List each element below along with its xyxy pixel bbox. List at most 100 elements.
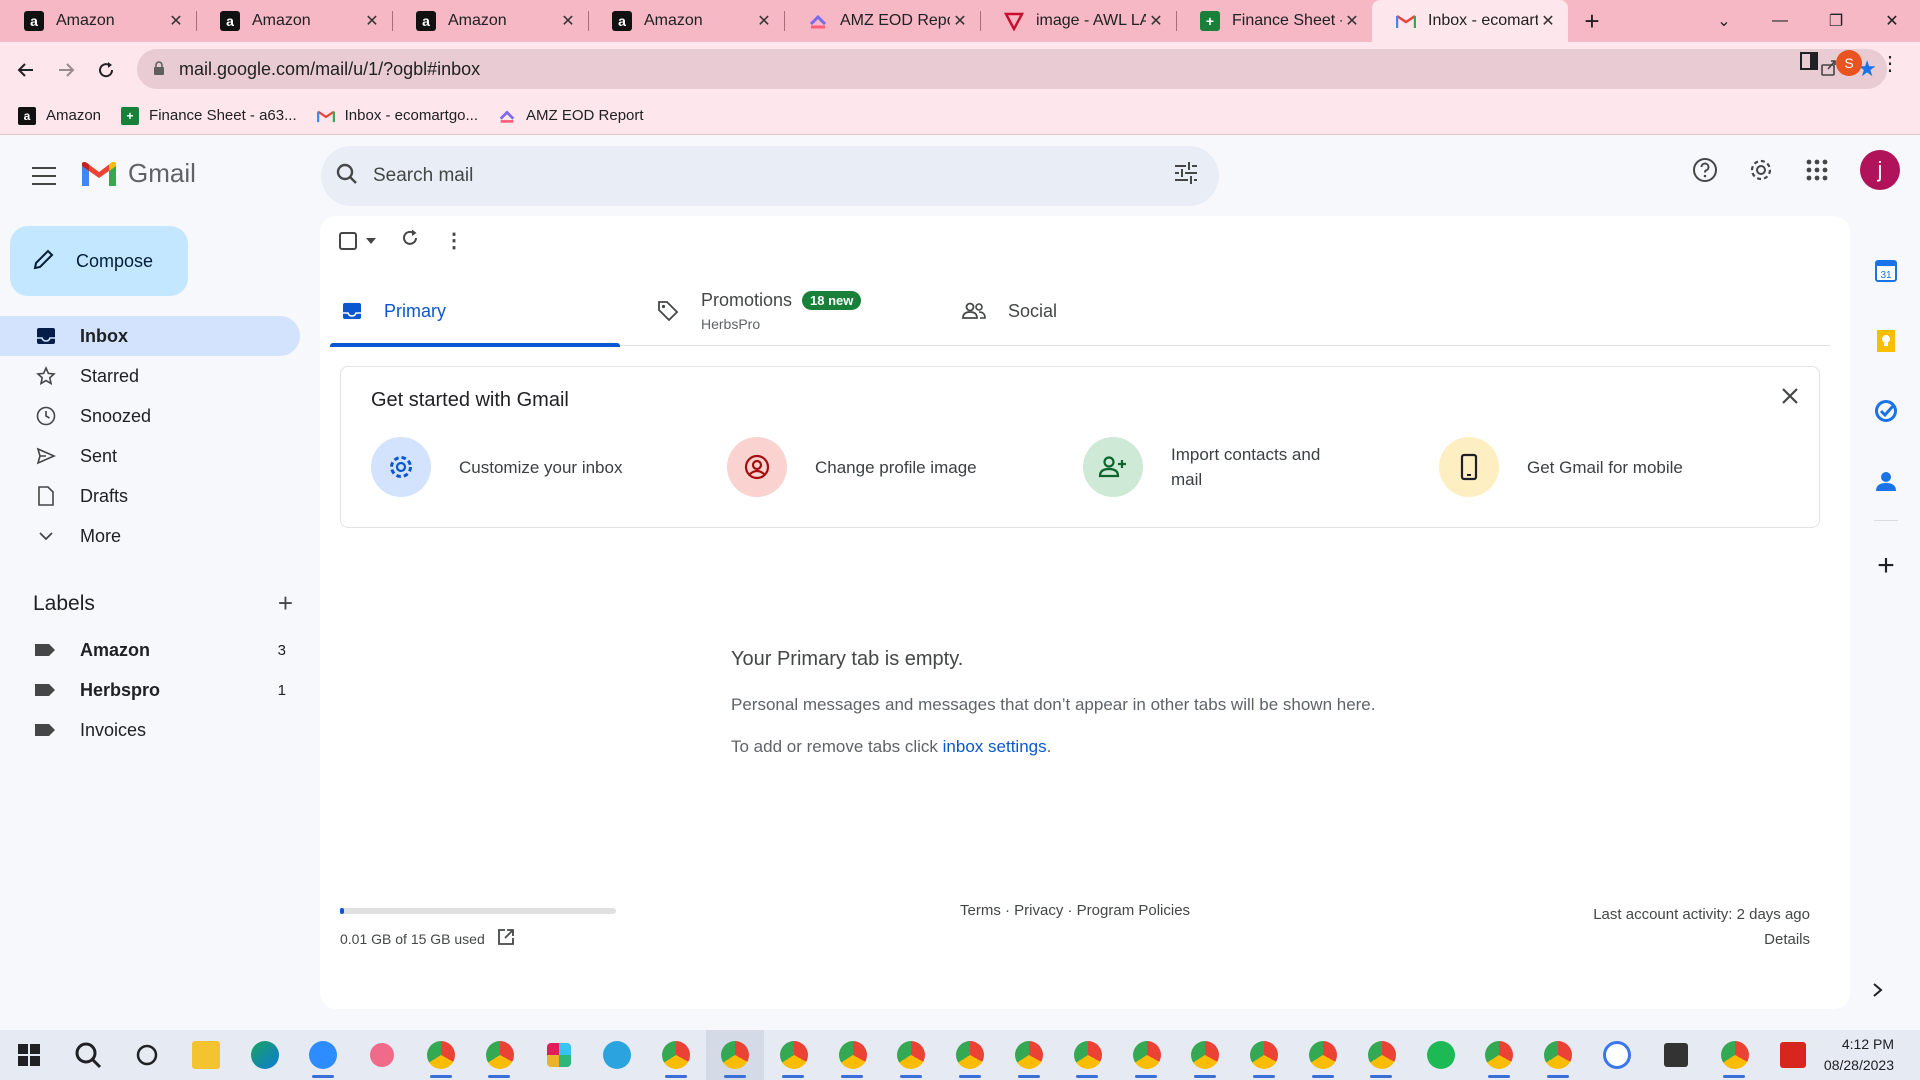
get-started-customize-inbox[interactable]: Customize your inbox — [371, 437, 727, 497]
maximize-icon[interactable]: ❐ — [1808, 11, 1864, 31]
chevron-right-icon[interactable] — [1872, 982, 1884, 1003]
windows-start-icon[interactable] — [0, 1030, 59, 1080]
account-avatar[interactable]: j — [1860, 150, 1900, 190]
close-tab-icon[interactable]: ✕ — [950, 11, 970, 31]
sidebar-item-sent[interactable]: Sent — [0, 436, 300, 476]
telegram-icon[interactable] — [588, 1030, 647, 1080]
close-window-icon[interactable]: ✕ — [1864, 11, 1920, 31]
more-options-icon[interactable]: ⋮ — [444, 228, 464, 253]
file-explorer-icon[interactable] — [176, 1030, 235, 1080]
sidebar-item-inbox[interactable]: Inbox — [0, 316, 300, 356]
contacts-icon[interactable] — [1864, 446, 1908, 516]
minimize-icon[interactable]: — — [1752, 12, 1808, 30]
search-bar[interactable] — [321, 146, 1219, 206]
browser-tab[interactable]: + Finance Sheet - a ✕ — [1176, 0, 1372, 42]
lock-icon[interactable] — [153, 59, 165, 80]
chrome-icon[interactable] — [1470, 1030, 1529, 1080]
search-icon[interactable] — [59, 1030, 118, 1080]
close-tab-icon[interactable]: ✕ — [1538, 11, 1558, 31]
compose-button[interactable]: Compose — [10, 226, 188, 296]
snipping-tool-icon[interactable] — [353, 1030, 412, 1080]
chrome-icon[interactable] — [1235, 1030, 1294, 1080]
gmail-logo[interactable]: Gmail — [80, 158, 196, 189]
footer-links[interactable]: Terms · Privacy · Program Policies — [960, 902, 1190, 919]
chrome-icon[interactable] — [882, 1030, 941, 1080]
chrome-icon[interactable] — [1000, 1030, 1059, 1080]
calendar-icon[interactable]: 31 — [1864, 236, 1908, 306]
browser-tab[interactable]: AMZ EOD Report ✕ — [784, 0, 980, 42]
chrome-icon[interactable] — [470, 1030, 529, 1080]
label-item-herbspro[interactable]: Herbspro 1 — [0, 670, 300, 710]
get-started-import-contacts[interactable]: Import contacts and mail — [1083, 437, 1439, 497]
chrome-icon[interactable] — [412, 1030, 471, 1080]
activity-details-link[interactable]: Details — [1593, 927, 1810, 952]
new-tab-button[interactable]: + — [1568, 6, 1616, 37]
task-view-icon[interactable] — [118, 1030, 177, 1080]
search-icon[interactable] — [335, 162, 359, 191]
forward-icon[interactable] — [46, 50, 86, 90]
chrome-icon[interactable] — [764, 1030, 823, 1080]
acrobat-icon[interactable] — [1764, 1030, 1823, 1080]
get-started-change-profile[interactable]: Change profile image — [727, 437, 1083, 497]
close-tab-icon[interactable]: ✕ — [166, 11, 186, 31]
select-dropdown-icon[interactable] — [366, 237, 376, 244]
chrome-icon[interactable] — [823, 1030, 882, 1080]
chrome-icon[interactable] — [1294, 1030, 1353, 1080]
chrome-icon[interactable] — [941, 1030, 1000, 1080]
main-menu-icon[interactable] — [24, 156, 64, 196]
back-icon[interactable] — [6, 50, 46, 90]
browser-tab[interactable]: a Amazon ✕ — [588, 0, 784, 42]
close-icon[interactable] — [1781, 387, 1799, 410]
sidebar-item-drafts[interactable]: Drafts — [0, 476, 300, 516]
bookmark-item[interactable]: a Amazon — [18, 106, 101, 125]
label-item-invoices[interactable]: Invoices — [0, 710, 300, 750]
apps-grid-icon[interactable] — [1798, 151, 1836, 189]
chrome-icon[interactable] — [1058, 1030, 1117, 1080]
sidebar-item-snoozed[interactable]: Snoozed — [0, 396, 300, 436]
search-input[interactable] — [373, 165, 1073, 187]
zoom-icon[interactable] — [294, 1030, 353, 1080]
help-icon[interactable] — [1686, 151, 1724, 189]
chrome-icon[interactable] — [1529, 1030, 1588, 1080]
bookmark-item[interactable]: + Finance Sheet - a63... — [121, 106, 297, 125]
tab-search-icon[interactable]: ⌄ — [1696, 11, 1752, 31]
signal-icon[interactable] — [1588, 1030, 1647, 1080]
get-addons-icon[interactable]: + — [1864, 531, 1908, 601]
chrome-icon[interactable] — [1352, 1030, 1411, 1080]
keep-icon[interactable] — [1864, 306, 1908, 376]
side-panel-icon[interactable] — [1800, 51, 1818, 75]
sidebar-item-starred[interactable]: Starred — [0, 356, 300, 396]
tab-social[interactable]: Social — [950, 276, 1240, 346]
tab-promotions[interactable]: Promotions 18 new HerbsPro — [645, 276, 935, 346]
sticky-notes-icon[interactable] — [1646, 1030, 1705, 1080]
slack-icon[interactable] — [529, 1030, 588, 1080]
browser-tab[interactable]: a Amazon ✕ — [0, 0, 196, 42]
profile-avatar[interactable]: S — [1836, 50, 1862, 76]
open-external-icon[interactable] — [497, 928, 515, 949]
add-label-icon[interactable]: + — [278, 588, 293, 619]
close-tab-icon[interactable]: ✕ — [1342, 11, 1362, 31]
bookmark-item[interactable]: AMZ EOD Report — [498, 107, 644, 125]
select-all-checkbox[interactable] — [338, 231, 376, 251]
refresh-icon[interactable] — [400, 228, 420, 253]
browser-tab[interactable]: a Amazon ✕ — [392, 0, 588, 42]
tasks-icon[interactable] — [1864, 376, 1908, 446]
close-tab-icon[interactable]: ✕ — [362, 11, 382, 31]
browser-tab[interactable]: a Amazon ✕ — [196, 0, 392, 42]
sidebar-item-more[interactable]: More — [0, 516, 300, 556]
bookmark-item[interactable]: Inbox - ecomartgo... — [316, 107, 478, 125]
close-tab-icon[interactable]: ✕ — [1146, 11, 1166, 31]
browser-tab-active[interactable]: Inbox - ecomartg ✕ — [1372, 0, 1568, 42]
chrome-icon[interactable] — [705, 1030, 765, 1080]
inbox-settings-link[interactable]: inbox settings — [943, 737, 1047, 756]
edge-browser-icon[interactable] — [235, 1030, 294, 1080]
chrome-icon[interactable] — [647, 1030, 706, 1080]
address-bar[interactable]: mail.google.com/mail/u/1/?ogbl#inbox ★ — [137, 49, 1887, 89]
browser-tab[interactable]: image - AWL LAB ✕ — [980, 0, 1176, 42]
tab-primary[interactable]: Primary — [330, 276, 620, 347]
chrome-icon[interactable] — [1117, 1030, 1176, 1080]
spotify-icon[interactable] — [1411, 1030, 1470, 1080]
chrome-icon[interactable] — [1176, 1030, 1235, 1080]
close-tab-icon[interactable]: ✕ — [558, 11, 578, 31]
close-tab-icon[interactable]: ✕ — [754, 11, 774, 31]
